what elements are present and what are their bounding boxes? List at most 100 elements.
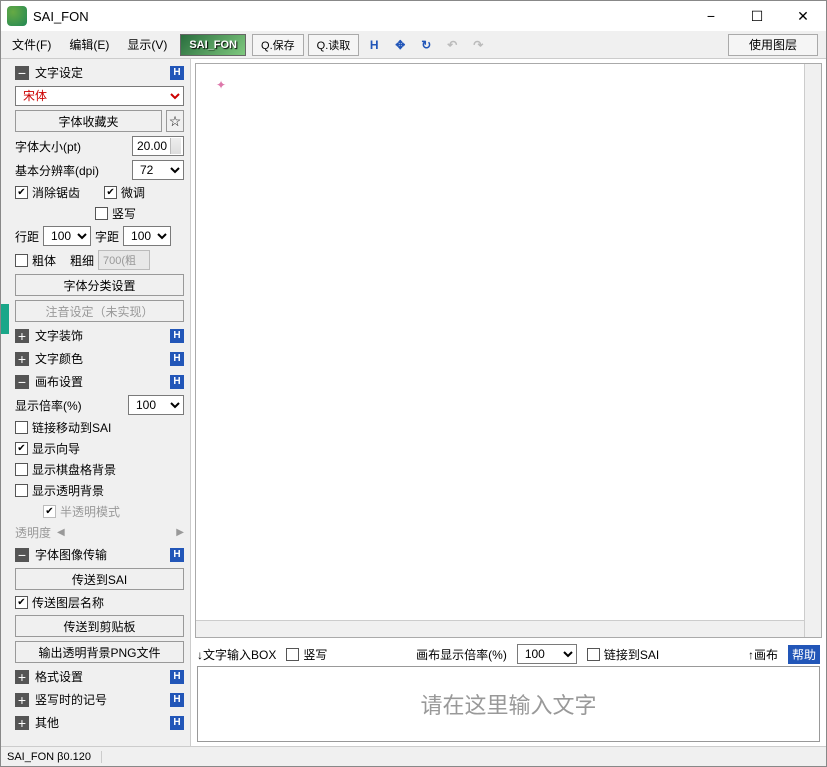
menu-bar: 文件(F) 编辑(E) 显示(V) SAI_FON Q.保存 Q.读取 H ✥ … bbox=[1, 31, 826, 59]
fine-label: 微调 bbox=[121, 184, 145, 201]
linespacing-label: 行距 bbox=[15, 228, 39, 245]
semi-label: 半透明模式 bbox=[60, 503, 120, 520]
disp-zoom-select[interactable]: 100 bbox=[517, 644, 577, 664]
quick-load-button[interactable]: Q.读取 bbox=[308, 34, 360, 56]
layer-name-checkbox[interactable] bbox=[15, 596, 28, 609]
dpi-select[interactable]: 72 bbox=[132, 160, 184, 180]
h-badge-icon[interactable]: H bbox=[170, 352, 184, 366]
vertical-label: 竖写 bbox=[112, 205, 136, 222]
status-bar: SAI_FON β0.120 bbox=[1, 746, 826, 766]
font-size-input[interactable]: 20.00 bbox=[132, 136, 184, 156]
horizontal-scrollbar[interactable] bbox=[196, 620, 804, 637]
undo-icon[interactable]: ↶ bbox=[441, 34, 463, 56]
weight-label: 粗细 bbox=[70, 252, 94, 269]
quick-save-button[interactable]: Q.保存 bbox=[252, 34, 304, 56]
section-format[interactable]: 格式设置 H bbox=[13, 665, 186, 688]
vertical-checkbox[interactable] bbox=[95, 207, 108, 220]
font-favorites-button[interactable]: 字体收藏夹 bbox=[15, 110, 162, 132]
menu-view[interactable]: 显示(V) bbox=[118, 33, 176, 56]
h-badge-icon[interactable]: H bbox=[170, 716, 184, 730]
layer-name-label: 传送图层名称 bbox=[32, 594, 104, 611]
link-sai-label: 链接移动到SAI bbox=[32, 419, 111, 436]
charspacing-label: 字距 bbox=[95, 228, 119, 245]
font-size-label: 字体大小(pt) bbox=[15, 138, 81, 155]
mid-vertical-label: 竖写 bbox=[303, 646, 327, 663]
mid-vertical-checkbox[interactable] bbox=[286, 648, 299, 661]
h-badge-icon[interactable]: H bbox=[170, 375, 184, 389]
fine-checkbox[interactable] bbox=[104, 186, 117, 199]
h-badge-icon[interactable]: H bbox=[170, 548, 184, 562]
expand-icon bbox=[15, 716, 29, 730]
origin-marker-icon: ✦ bbox=[216, 78, 226, 92]
title-bar: SAI_FON − ☐ ✕ bbox=[1, 1, 826, 31]
zoom-select[interactable]: 100 bbox=[128, 395, 184, 415]
sidebar: 文字设定 H 宋体 字体收藏夹 ☆ 字体大小(pt) 20.00 基本分辨率(d… bbox=[1, 59, 191, 746]
section-label: 文字设定 bbox=[35, 64, 83, 81]
send-sai-button[interactable]: 传送到SAI bbox=[15, 568, 184, 590]
section-label: 格式设置 bbox=[35, 668, 83, 685]
link-sai-checkbox[interactable] bbox=[15, 421, 28, 434]
section-label: 字体图像传输 bbox=[35, 546, 107, 563]
grid-checkbox[interactable] bbox=[15, 463, 28, 476]
zoom-label: 显示倍率(%) bbox=[15, 397, 82, 414]
clipboard-button[interactable]: 传送到剪贴板 bbox=[15, 615, 184, 637]
version-label: SAI_FON β0.120 bbox=[7, 751, 102, 763]
semi-checkbox bbox=[43, 505, 56, 518]
bold-checkbox[interactable] bbox=[15, 254, 28, 267]
section-canvas-settings[interactable]: 画布设置 H bbox=[13, 370, 186, 393]
move-icon[interactable]: ✥ bbox=[389, 34, 411, 56]
charspacing-select[interactable]: 100 bbox=[123, 226, 171, 246]
linespacing-select[interactable]: 100 bbox=[43, 226, 91, 246]
redo-icon[interactable]: ↷ bbox=[467, 34, 489, 56]
menu-edit[interactable]: 编辑(E) bbox=[60, 33, 118, 56]
section-vertical-mark[interactable]: 竖写时的记号 H bbox=[13, 688, 186, 711]
rotate-icon[interactable]: ↻ bbox=[415, 34, 437, 56]
help-link[interactable]: 帮助 bbox=[788, 645, 820, 664]
expand-icon bbox=[15, 670, 29, 684]
disp-zoom-label: 画布显示倍率(%) bbox=[416, 646, 507, 663]
menu-file[interactable]: 文件(F) bbox=[3, 33, 60, 56]
grid-label: 显示棋盘格背景 bbox=[32, 461, 116, 478]
expand-icon bbox=[15, 329, 29, 343]
section-text-color[interactable]: 文字颜色 H bbox=[13, 347, 186, 370]
close-button[interactable]: ✕ bbox=[780, 1, 826, 31]
h-badge-icon[interactable]: H bbox=[170, 670, 184, 684]
trans-bg-label: 显示透明背景 bbox=[32, 482, 104, 499]
vertical-scrollbar[interactable] bbox=[804, 64, 821, 637]
mid-link-label: 链接到SAI bbox=[604, 646, 659, 663]
canvas[interactable]: ✦ bbox=[195, 63, 822, 638]
h-badge-icon[interactable]: H bbox=[170, 66, 184, 80]
section-font-image[interactable]: 字体图像传输 H bbox=[13, 543, 186, 566]
maximize-button[interactable]: ☐ bbox=[734, 1, 780, 31]
main-area: ✦ ↓文字输入BOX 竖写 画布显示倍率(%) 100 链接到SAI ↑画布 帮… bbox=[191, 59, 826, 746]
ruby-button: 注音设定（未实现） bbox=[15, 300, 184, 322]
section-other[interactable]: 其他 H bbox=[13, 711, 186, 734]
section-text-settings[interactable]: 文字设定 H bbox=[13, 61, 186, 84]
antialias-checkbox[interactable] bbox=[15, 186, 28, 199]
h-icon[interactable]: H bbox=[363, 34, 385, 56]
canvas-arrow: ↑画布 bbox=[748, 646, 778, 663]
section-text-deco[interactable]: 文字装饰 H bbox=[13, 324, 186, 347]
mid-bar: ↓文字输入BOX 竖写 画布显示倍率(%) 100 链接到SAI ↑画布 帮助 bbox=[191, 642, 826, 666]
sidebar-color-tab bbox=[1, 304, 9, 334]
mid-link-checkbox[interactable] bbox=[587, 648, 600, 661]
antialias-label: 消除锯齿 bbox=[32, 184, 80, 201]
font-class-button[interactable]: 字体分类设置 bbox=[15, 274, 184, 296]
text-input-box[interactable]: 请在这里输入文字 bbox=[197, 666, 820, 742]
use-layer-button[interactable]: 使用图层 bbox=[728, 34, 818, 56]
h-badge-icon[interactable]: H bbox=[170, 329, 184, 343]
trans-bg-checkbox[interactable] bbox=[15, 484, 28, 497]
section-label: 竖写时的记号 bbox=[35, 691, 107, 708]
star-icon[interactable]: ☆ bbox=[166, 110, 184, 132]
collapse-icon bbox=[15, 548, 29, 562]
bold-label: 粗体 bbox=[32, 252, 56, 269]
right-arrow-icon: ▶ bbox=[176, 527, 184, 538]
h-badge-icon[interactable]: H bbox=[170, 693, 184, 707]
guide-checkbox[interactable] bbox=[15, 442, 28, 455]
app-icon bbox=[7, 6, 27, 26]
png-button[interactable]: 输出透明背景PNG文件 bbox=[15, 641, 184, 663]
font-select[interactable]: 宋体 bbox=[15, 86, 184, 106]
minimize-button[interactable]: − bbox=[688, 1, 734, 31]
collapse-icon bbox=[15, 375, 29, 389]
text-placeholder: 请在这里输入文字 bbox=[420, 688, 596, 720]
